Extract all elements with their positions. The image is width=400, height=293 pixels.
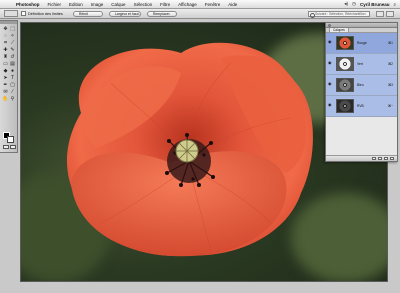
load-selection-icon[interactable] [372, 157, 376, 160]
zoom-tool-icon[interactable]: ⚲ [9, 96, 16, 102]
user-name[interactable]: Cyril Bruneau [360, 2, 390, 7]
bounds-checkbox-label: Définition des limites [28, 11, 63, 16]
gradient-tool-icon[interactable]: ▤ [9, 61, 16, 67]
shape-tool-icon[interactable]: ▢ [9, 82, 16, 88]
menu-edition[interactable]: Edition [65, 0, 87, 9]
menu-fenetre[interactable]: Fenêtre [201, 0, 225, 9]
options-bar: Définition des limites Réinit Largeur et… [0, 9, 400, 19]
palette-bottom-bar [326, 155, 397, 161]
channel-name: Rouge [357, 41, 367, 45]
eyedropper-icon[interactable]: ⁄ [9, 89, 16, 95]
type-tool-icon[interactable]: T [9, 75, 16, 81]
palette-title-bar[interactable] [326, 23, 397, 28]
trash-icon[interactable] [390, 157, 394, 160]
pen-tool-icon[interactable]: ✒ [2, 82, 9, 88]
move-tool-icon[interactable]: ✥ [2, 26, 9, 32]
slice-tool-icon[interactable]: ⟋ [9, 40, 16, 46]
palette-close-icon[interactable] [328, 24, 331, 27]
marquee-tool-icon[interactable]: ⬚ [9, 26, 16, 32]
toolbox-header[interactable] [0, 21, 17, 24]
menu-filtre[interactable]: Filtre [156, 0, 174, 9]
channel-shortcut: ⌘3 [387, 83, 393, 87]
width-height-button[interactable]: Largeur et haut. [108, 10, 141, 17]
channel-name: Bleu [357, 83, 364, 87]
search-field[interactable]: Suivant : Sélection, Rééchantillon [308, 10, 370, 18]
channel-thumbnail [336, 99, 354, 113]
channel-row[interactable]: ◉ Vert ⌘2 [326, 54, 397, 75]
channel-row[interactable]: ◉ RVB ⌘~ [326, 96, 397, 117]
channel-name: RVB [357, 104, 364, 108]
background-color-swatch[interactable] [7, 136, 14, 143]
channel-thumbnail [336, 78, 354, 92]
bounds-checkbox[interactable] [21, 11, 26, 16]
channel-name: Vert [357, 62, 363, 66]
clock-icon[interactable]: ◷ [352, 1, 356, 7]
crop-tool-icon[interactable]: ⌗ [2, 40, 9, 46]
history-brush-icon[interactable]: ↺ [9, 54, 16, 60]
reset-button[interactable]: Réinit [72, 10, 103, 17]
channel-shortcut: ⌘~ [387, 104, 393, 108]
menu-fichier[interactable]: Fichier [44, 0, 66, 9]
healing-brush-icon[interactable]: ✚ [2, 47, 9, 53]
visibility-eye-icon[interactable]: ◉ [328, 103, 332, 107]
notes-tool-icon[interactable]: ✉ [2, 89, 9, 95]
path-selection-icon[interactable]: ➤ [2, 75, 9, 81]
visibility-eye-icon[interactable]: ◉ [328, 40, 332, 44]
menu-aide[interactable]: Aide [224, 0, 241, 9]
eraser-tool-icon[interactable]: ▭ [2, 61, 9, 67]
menu-status-area: ◂) ◷ Cyril Bruneau ⌕ [340, 1, 400, 7]
menu-calque[interactable]: Calque [107, 0, 129, 9]
channel-thumbnail [336, 57, 354, 71]
workspace-button[interactable] [376, 10, 384, 17]
menu-bar: Photoshop Fichier Edition Image Calque S… [0, 0, 400, 9]
channel-shortcut: ⌘2 [387, 62, 393, 66]
palette-well-button[interactable] [386, 10, 394, 17]
hand-tool-icon[interactable]: ✋ [2, 96, 9, 102]
spotlight-icon[interactable]: ⌕ [393, 2, 396, 7]
new-channel-icon[interactable] [384, 157, 388, 160]
palette-empty-area [326, 117, 397, 155]
brush-tool-icon[interactable]: ✎ [9, 47, 16, 53]
channel-row[interactable]: ◉ Rouge ⌘1 [326, 33, 397, 54]
tool-preset-picker[interactable] [4, 10, 18, 17]
visibility-eye-icon[interactable]: ◉ [328, 82, 332, 86]
menu-selection[interactable]: Sélection [130, 0, 157, 9]
channels-palette: Calques ◉ Rouge ⌘1 ◉ Vert ⌘2 ◉ Bleu ⌘3 ◉… [325, 22, 398, 162]
volume-icon[interactable]: ◂) [344, 1, 348, 7]
magic-wand-icon[interactable]: ✧ [9, 33, 16, 39]
channel-row[interactable]: ◉ Bleu ⌘3 [326, 75, 397, 96]
lasso-tool-icon[interactable]: ◌ [2, 33, 9, 39]
channel-thumbnail [336, 36, 354, 50]
options-right: Suivant : Sélection, Rééchantillon [308, 10, 400, 18]
standard-mode-button[interactable] [3, 145, 9, 149]
clone-stamp-icon[interactable]: ♜ [2, 54, 9, 60]
toolbox: ✥ ⬚ ◌ ✧ ⌗ ⟋ ✚ ✎ ♜ ↺ ▭ ▤ ◆ ● ➤ T ✒ ▢ ✉ ⁄ … [0, 20, 18, 153]
menu-image[interactable]: Image [87, 0, 108, 9]
visibility-eye-icon[interactable]: ◉ [328, 61, 332, 65]
replace-button[interactable]: Remplacer [146, 10, 177, 17]
blur-tool-icon[interactable]: ◆ [2, 68, 9, 74]
menu-app-name[interactable]: Photoshop [12, 0, 44, 9]
quick-mask-button[interactable] [10, 145, 16, 149]
menu-affichage[interactable]: Affichage [174, 0, 201, 9]
channel-shortcut: ⌘1 [387, 41, 393, 45]
save-selection-icon[interactable] [378, 157, 382, 160]
dodge-tool-icon[interactable]: ● [9, 68, 16, 74]
